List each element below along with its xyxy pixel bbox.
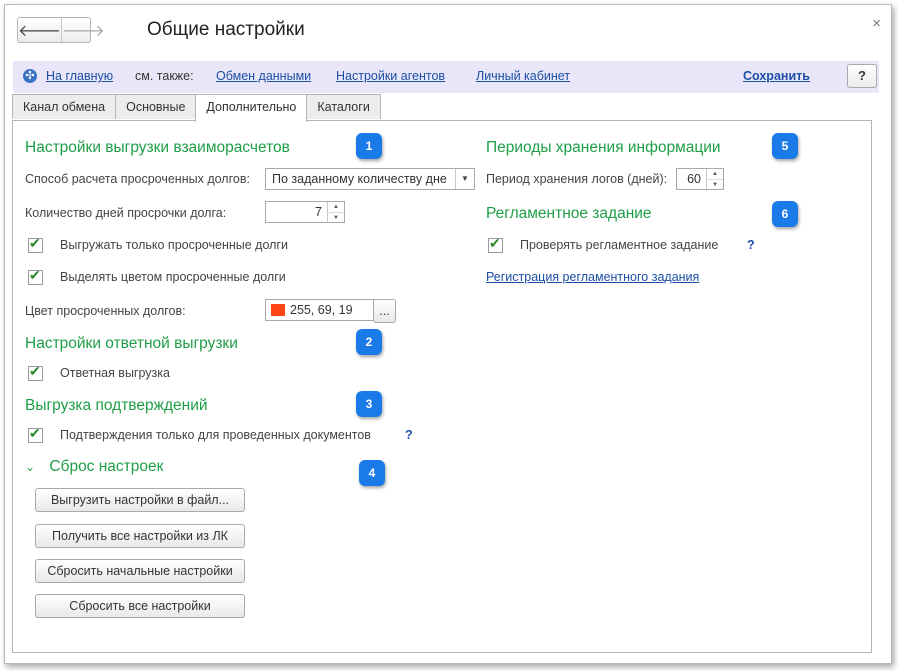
confirm-help-link[interactable]: ? [405,428,413,442]
confirm-label: Подтверждения только для проведенных док… [60,428,371,442]
agents-link[interactable]: Настройки агентов [336,69,445,83]
only-overdue-label: Выгружать только просроченные долги [60,238,288,252]
badge-2: 2 [356,329,382,355]
badge-1: 1 [356,133,382,159]
badge-3: 3 [356,391,382,417]
highlight-label: Выделять цветом просроченные долги [60,270,286,284]
tab-exchange-channel[interactable]: Канал обмена [12,94,117,119]
export-settings-button[interactable]: Выгрузить настройки в файл... [35,488,245,512]
section-title-scheduled: Регламентное задание [486,205,652,222]
register-task-link[interactable]: Регистрация регламентного задания [486,270,699,284]
back-button[interactable]: 🡐 [18,18,61,42]
method-select-value: По заданному количеству дне [272,172,447,186]
spin-down-icon[interactable]: ▼ [328,212,344,223]
chevron-down-icon[interactable]: ⌄ [25,460,35,474]
period-spinner[interactable]: ▲ ▼ [706,169,723,189]
section-title-response: Настройки ответной выгрузки [25,335,238,352]
confirm-checkbox[interactable] [28,425,43,443]
section-title-reset[interactable]: ⌄ Сброс настроек [25,458,163,476]
save-button[interactable]: Сохранить [743,69,810,83]
color-picker-button[interactable]: ... [373,299,396,323]
period-value: 60 [687,172,701,186]
days-spinner[interactable]: ▲ ▼ [327,202,344,222]
highlight-checkbox[interactable] [28,267,43,285]
spin-down-icon[interactable]: ▼ [707,179,723,190]
get-settings-button[interactable]: Получить все настройки из ЛК [35,524,245,548]
help-button[interactable]: ? [847,64,877,88]
only-overdue-checkbox[interactable] [28,235,43,253]
spin-up-icon[interactable]: ▲ [707,169,723,179]
tab-main[interactable]: Основные [115,94,197,119]
spin-up-icon[interactable]: ▲ [328,202,344,212]
command-bar: ✣ На главную см. также: Обмен данными На… [13,61,879,93]
tab-additional[interactable]: Дополнительно [195,94,308,122]
section-title-confirmations: Выгрузка подтверждений [25,397,208,414]
color-field[interactable]: 255, 69, 19 [265,299,375,321]
section-title-storage: Периоды хранения информации [486,139,721,156]
reset-initial-button[interactable]: Сбросить начальные настройки [35,559,245,583]
badge-5: 5 [772,133,798,159]
tab-strip: Канал обмена Основные Дополнительно Ката… [12,94,381,122]
section-title-settlements: Настройки выгрузки взаиморасчетов [25,139,290,156]
check-task-label: Проверять регламентное задание [520,238,719,252]
home-icon: ✣ [23,69,37,83]
period-stepper[interactable]: 60 ▲ ▼ [676,168,724,190]
response-checkbox[interactable] [28,363,43,381]
account-link[interactable]: Личный кабинет [476,69,570,83]
dropdown-arrow-icon[interactable]: ▼ [455,169,474,189]
color-label: Цвет просроченных долгов: [25,304,186,318]
tab-catalogs[interactable]: Каталоги [306,94,381,119]
reset-all-button[interactable]: Сбросить все настройки [35,594,245,618]
see-also-label: см. также: [135,69,194,83]
response-label: Ответная выгрузка [60,366,170,380]
nav-buttons: 🡐 🡒 [17,17,105,43]
color-swatch [271,304,285,316]
days-label: Количество дней просрочки долга: [25,206,227,220]
exchange-link[interactable]: Обмен данными [216,69,311,83]
forward-button[interactable]: 🡒 [60,18,105,42]
check-task-help-link[interactable]: ? [747,238,755,252]
period-label: Период хранения логов (дней): [486,172,668,186]
days-value: 7 [315,205,322,219]
home-link[interactable]: На главную [46,69,113,83]
days-stepper[interactable]: 7 ▲ ▼ [265,201,345,223]
badge-6: 6 [772,201,798,227]
close-icon[interactable]: × [872,15,881,32]
tab-panel: Настройки выгрузки взаиморасчетов 1 Спос… [12,120,872,653]
color-value: 255, 69, 19 [290,303,353,317]
badge-4: 4 [359,460,385,486]
method-label: Способ расчета просроченных долгов: [25,172,250,186]
method-select[interactable]: По заданному количеству дне ▼ [265,168,475,190]
check-task-checkbox[interactable] [488,235,503,253]
window-title: Общие настройки [147,19,305,40]
section-title-reset-text: Сброс настроек [49,458,164,475]
